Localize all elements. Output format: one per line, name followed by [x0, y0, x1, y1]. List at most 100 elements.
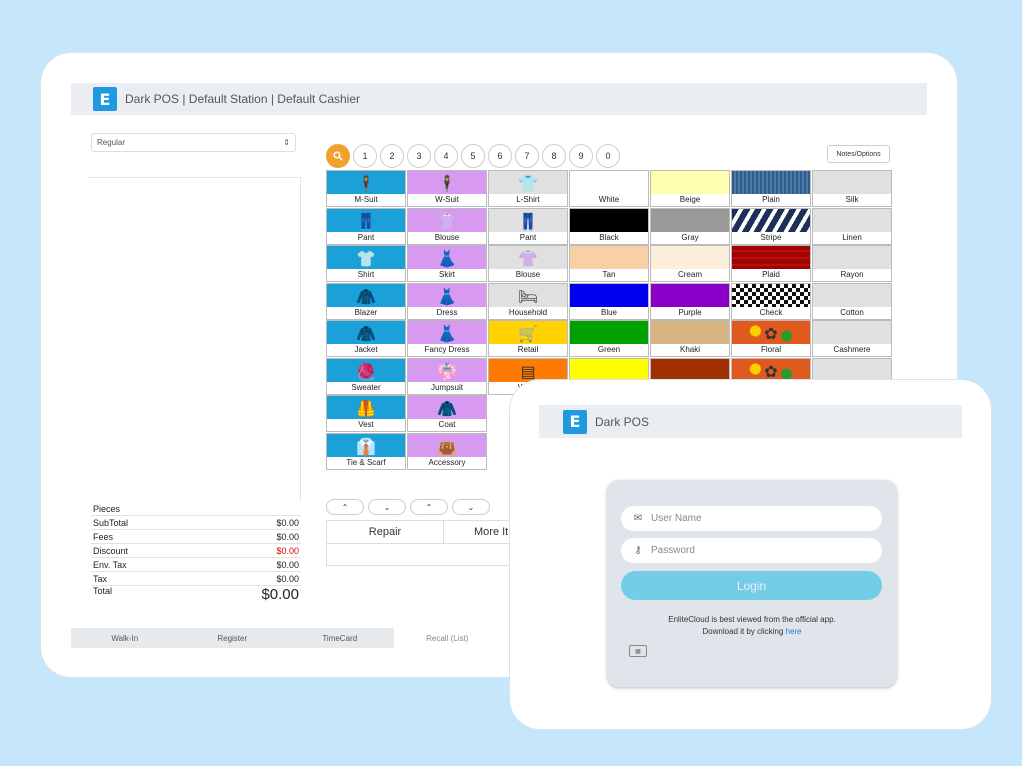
tile-label: Jumpsuit: [408, 381, 486, 394]
tile-label: M-Suit: [327, 194, 405, 206]
item-tile[interactable]: Cashmere: [812, 320, 892, 357]
item-tile[interactable]: 👕 L-Shirt: [488, 170, 568, 207]
tile-label: Retail: [489, 344, 567, 356]
tile-label: Black: [570, 231, 648, 244]
tile-label: Sweater: [327, 381, 405, 394]
item-tile[interactable]: Gray: [650, 207, 730, 245]
item-tile[interactable]: Black: [569, 207, 649, 245]
item-tile[interactable]: Cream: [650, 245, 730, 282]
number-button-6[interactable]: 6: [488, 144, 512, 168]
item-tile[interactable]: 👔 Tie & Scarf: [326, 432, 406, 470]
download-link[interactable]: here: [786, 627, 802, 636]
number-button-4[interactable]: 4: [434, 144, 458, 168]
login-button[interactable]: Login: [621, 571, 882, 600]
notes-options-button[interactable]: Notes/Options: [827, 145, 890, 163]
item-tile[interactable]: 🕴 M-Suit: [326, 170, 406, 207]
tile-swatch: [813, 246, 891, 271]
item-tile[interactable]: 🧥 Jacket: [326, 320, 406, 357]
tile-swatch: [732, 208, 810, 234]
item-tile[interactable]: 🧥 Coat: [407, 395, 487, 432]
tab-register[interactable]: Register: [179, 628, 287, 648]
item-tile[interactable]: White: [569, 170, 649, 207]
item-tile[interactable]: 👗 Fancy Dress: [407, 320, 487, 357]
item-tile[interactable]: 👗 Dress: [407, 282, 487, 320]
totals-label: SubTotal: [93, 517, 129, 528]
number-button-2[interactable]: 2: [380, 144, 404, 168]
tile-label: Gray: [651, 231, 729, 244]
item-tile[interactable]: Blue: [569, 282, 649, 320]
item-tile[interactable]: Plaid: [731, 245, 811, 282]
item-tile[interactable]: Linen: [812, 207, 892, 245]
item-tile[interactable]: 👗 Skirt: [407, 245, 487, 282]
keyboard-icon[interactable]: ▦: [629, 645, 647, 657]
item-tile[interactable]: 🦺 Vest: [326, 395, 406, 432]
item-tile[interactable]: ✿ Floral: [731, 320, 811, 357]
totals-row: Pieces: [91, 502, 301, 516]
item-tile[interactable]: Green: [569, 320, 649, 357]
tab-timecard[interactable]: TimeCard: [286, 628, 394, 648]
tile-label: Pant: [327, 231, 405, 244]
item-tile[interactable]: Purple: [650, 282, 730, 320]
item-tile[interactable]: 👘 Jumpsuit: [407, 357, 487, 395]
item-tile[interactable]: Silk: [812, 170, 892, 207]
number-button-8[interactable]: 8: [542, 144, 566, 168]
order-type-select[interactable]: Regular ⇕: [91, 133, 296, 152]
scroll-up-button[interactable]: ⌃: [326, 499, 364, 515]
tile-label: Shirt: [327, 269, 405, 281]
item-tile[interactable]: 👖 Pant: [488, 207, 568, 245]
number-button-0[interactable]: 0: [596, 144, 620, 168]
item-tile[interactable]: 👚 Blouse: [488, 245, 568, 282]
tab-walk-in[interactable]: Walk-In: [71, 628, 179, 648]
item-tile[interactable]: Tan: [569, 245, 649, 282]
jumpsuit-icon: 👘: [437, 363, 457, 381]
tile-label: Cream: [651, 269, 729, 281]
search-button[interactable]: [326, 144, 350, 168]
number-button-7[interactable]: 7: [515, 144, 539, 168]
item-tile[interactable]: 🕴 W-Suit: [407, 170, 487, 207]
item-tile[interactable]: 👚 Blouse: [407, 207, 487, 245]
grand-total-row: Total $0.00: [91, 586, 301, 606]
item-tile[interactable]: Khaki: [650, 320, 730, 357]
item-tile[interactable]: Stripe: [731, 207, 811, 245]
item-tile[interactable]: Check: [731, 282, 811, 320]
service-divider: [327, 543, 515, 544]
item-tile[interactable]: 👖 Pant: [326, 207, 406, 245]
item-tile[interactable]: 🧶 Sweater: [326, 357, 406, 395]
item-tile[interactable]: Plain: [731, 170, 811, 207]
tile-swatch: [732, 246, 810, 271]
tile-swatch: [651, 208, 729, 234]
household-icon: 🛏: [517, 288, 539, 306]
tile-swatch: [570, 321, 648, 346]
coat-icon: 🧥: [437, 401, 457, 418]
username-field[interactable]: ✉ User Name: [621, 506, 882, 531]
app-title: Dark POS | Default Station | Default Cas…: [125, 92, 361, 106]
item-tile[interactable]: 👕 Shirt: [326, 245, 406, 282]
tile-label: Vest: [327, 419, 405, 431]
password-field[interactable]: ⚷ Password: [621, 538, 882, 563]
ticket-list[interactable]: [89, 177, 301, 501]
item-tile[interactable]: 🛏 Household: [488, 282, 568, 320]
item-tile[interactable]: Beige: [650, 170, 730, 207]
item-tile[interactable]: 👜 Accessory: [407, 432, 487, 470]
tile-label: Tie & Scarf: [327, 456, 405, 469]
tile-swatch: [651, 283, 729, 309]
shirt-icon: 👕: [518, 176, 538, 193]
number-button-5[interactable]: 5: [461, 144, 485, 168]
tab-recall-list[interactable]: Recall (List): [393, 628, 501, 648]
more-items-tab[interactable]: More It: [444, 521, 517, 543]
number-button-1[interactable]: 1: [353, 144, 377, 168]
item-tile[interactable]: Rayon: [812, 245, 892, 282]
number-button-3[interactable]: 3: [407, 144, 431, 168]
service-bar: Repair More It: [326, 520, 516, 566]
totals-label: Env. Tax: [93, 559, 127, 570]
repair-tab[interactable]: Repair: [327, 521, 444, 543]
scroll-up-button[interactable]: ⌃: [410, 499, 448, 515]
number-button-9[interactable]: 9: [569, 144, 593, 168]
tile-swatch: [570, 171, 648, 196]
title-bar: E Dark POS | Default Station | Default C…: [71, 83, 927, 115]
item-tile[interactable]: 🛒 Retail: [488, 320, 568, 357]
scroll-down-button[interactable]: ⌄: [452, 499, 490, 515]
scroll-down-button[interactable]: ⌄: [368, 499, 406, 515]
item-tile[interactable]: Cotton: [812, 282, 892, 320]
item-tile[interactable]: 🧥 Blazer: [326, 282, 406, 320]
